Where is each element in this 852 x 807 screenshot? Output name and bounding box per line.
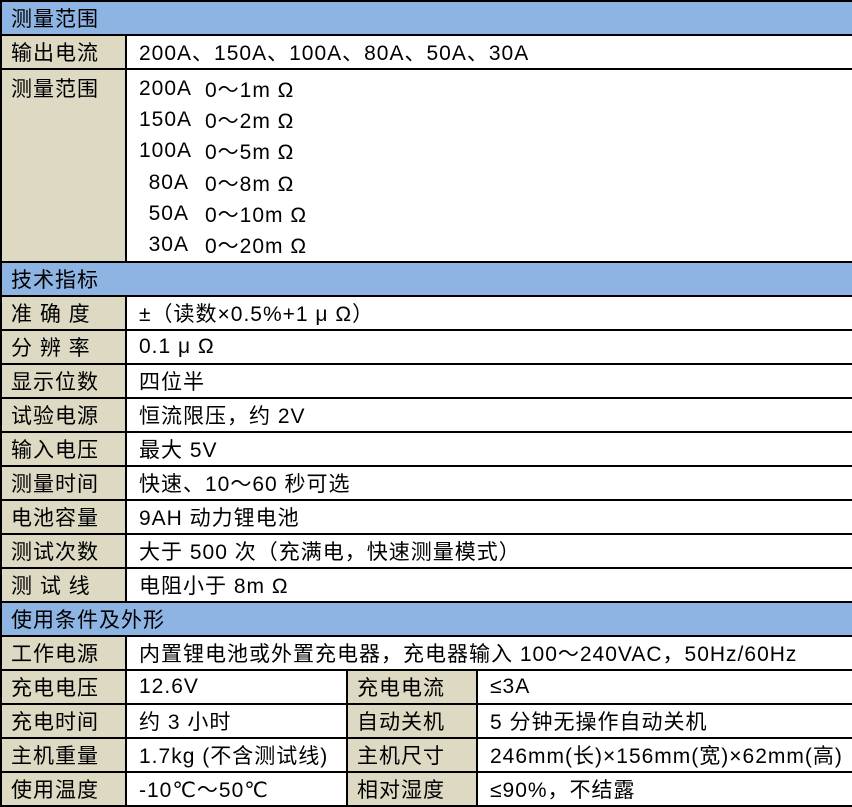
row-value-measurement-range: 200A 0～1m Ω 150A 0～2m Ω 100A 0～5m Ω 80A 0～8m… [126, 69, 852, 262]
range-line: 100A 0～5m Ω [139, 136, 846, 167]
row-label-measure-time: 测量时间 [1, 466, 126, 500]
range-line: 80A 0～8m Ω [139, 167, 846, 198]
row-label-charge-time: 充电时间 [1, 704, 126, 738]
range-value: 0～8m Ω [205, 168, 294, 198]
row-label-charge-current: 充电电流 [347, 670, 477, 704]
table-row: 使用条件及外形 [1, 602, 852, 636]
range-current: 200A [139, 77, 189, 101]
range-current: 150A [139, 108, 189, 132]
table-row: 测量范围 [1, 1, 852, 35]
row-value-measure-time: 快速、10～60 秒可选 [126, 466, 852, 500]
row-value-test-lead: 电阻小于 8m Ω [126, 568, 852, 602]
range-value: 0～1m Ω [205, 74, 294, 104]
row-value-battery-capacity: 9AH 动力锂电池 [126, 500, 852, 534]
row-value-charge-time: 约 3 小时 [126, 704, 347, 738]
section-header-tech-specs: 技术指标 [1, 262, 852, 296]
row-label-relative-humidity: 相对湿度 [347, 772, 477, 806]
row-label-measurement-range: 测量范围 [1, 69, 126, 262]
table-row: 输出电流 200A、150A、100A、80A、50A、30A [1, 35, 852, 69]
row-value-test-count: 大于 500 次（充满电，快速测量模式） [126, 534, 852, 568]
row-value-input-voltage: 最大 5V [126, 432, 852, 466]
range-value: 0～20m Ω [205, 230, 307, 260]
row-label-auto-shutdown: 自动关机 [347, 704, 477, 738]
range-current: 80A [139, 171, 189, 195]
table-row: 显示位数 四位半 [1, 364, 852, 398]
row-value-working-power: 内置锂电池或外置充电器，充电器输入 100～240VAC，50Hz/60Hz [126, 636, 852, 670]
range-value: 0～5m Ω [205, 136, 294, 166]
row-value-test-power: 恒流限压，约 2V [126, 398, 852, 432]
spec-table: 测量范围 输出电流 200A、150A、100A、80A、50A、30A 测量范… [0, 0, 852, 807]
table-row: 测 试 线 电阻小于 8m Ω [1, 568, 852, 602]
range-line: 200A 0～1m Ω [139, 73, 846, 104]
row-label-charge-voltage: 充电电压 [1, 670, 126, 704]
table-row: 试验电源 恒流限压，约 2V [1, 398, 852, 432]
row-value-auto-shutdown: 5 分钟无操作自动关机 [477, 704, 852, 738]
row-label-output-current: 输出电流 [1, 35, 126, 69]
row-value-charge-current: ≤3A [477, 670, 852, 704]
row-value-operating-temp: -10℃～50℃ [126, 772, 347, 806]
row-label-working-power: 工作电源 [1, 636, 126, 670]
range-current: 30A [139, 233, 189, 257]
row-label-display-digits: 显示位数 [1, 364, 126, 398]
row-label-battery-capacity: 电池容量 [1, 500, 126, 534]
row-label-resolution: 分 辨 率 [1, 330, 126, 364]
range-line: 150A 0～2m Ω [139, 104, 846, 135]
table-row: 测量时间 快速、10～60 秒可选 [1, 466, 852, 500]
table-row: 充电电压 12.6V 充电电流 ≤3A [1, 670, 852, 704]
table-row: 充电时间 约 3 小时 自动关机 5 分钟无操作自动关机 [1, 704, 852, 738]
row-value-output-current: 200A、150A、100A、80A、50A、30A [126, 35, 852, 69]
table-row: 分 辨 率 0.1 μ Ω [1, 330, 852, 364]
row-value-relative-humidity: ≤90%，不结露 [477, 772, 852, 806]
table-row: 测量范围 200A 0～1m Ω 150A 0～2m Ω 100A 0～5m Ω 80… [1, 69, 852, 262]
table-row: 电池容量 9AH 动力锂电池 [1, 500, 852, 534]
table-row: 测试次数 大于 500 次（充满电，快速测量模式） [1, 534, 852, 568]
table-row: 使用温度 -10℃～50℃ 相对湿度 ≤90%，不结露 [1, 772, 852, 806]
row-label-operating-temp: 使用温度 [1, 772, 126, 806]
row-value-charge-voltage: 12.6V [126, 670, 347, 704]
table-row: 准 确 度 ±（读数×0.5%+1 μ Ω） [1, 296, 852, 330]
table-row: 工作电源 内置锂电池或外置充电器，充电器输入 100～240VAC，50Hz/6… [1, 636, 852, 670]
row-value-accuracy: ±（读数×0.5%+1 μ Ω） [126, 296, 852, 330]
section-header-usage-conditions: 使用条件及外形 [1, 602, 852, 636]
row-label-test-power: 试验电源 [1, 398, 126, 432]
row-label-test-count: 测试次数 [1, 534, 126, 568]
range-line: 30A 0～20m Ω [139, 229, 846, 260]
range-current: 100A [139, 139, 189, 163]
row-label-test-lead: 测 试 线 [1, 568, 126, 602]
range-line: 50A 0～10m Ω [139, 198, 846, 229]
row-label-accuracy: 准 确 度 [1, 296, 126, 330]
table-row: 输入电压 最大 5V [1, 432, 852, 466]
row-label-input-voltage: 输入电压 [1, 432, 126, 466]
range-current: 50A [139, 202, 189, 226]
table-row: 技术指标 [1, 262, 852, 296]
range-value: 0～2m Ω [205, 105, 294, 135]
row-value-display-digits: 四位半 [126, 364, 852, 398]
range-value: 0～10m Ω [205, 199, 307, 229]
row-value-resolution: 0.1 μ Ω [126, 330, 852, 364]
section-header-measurement-range: 测量范围 [1, 1, 852, 35]
